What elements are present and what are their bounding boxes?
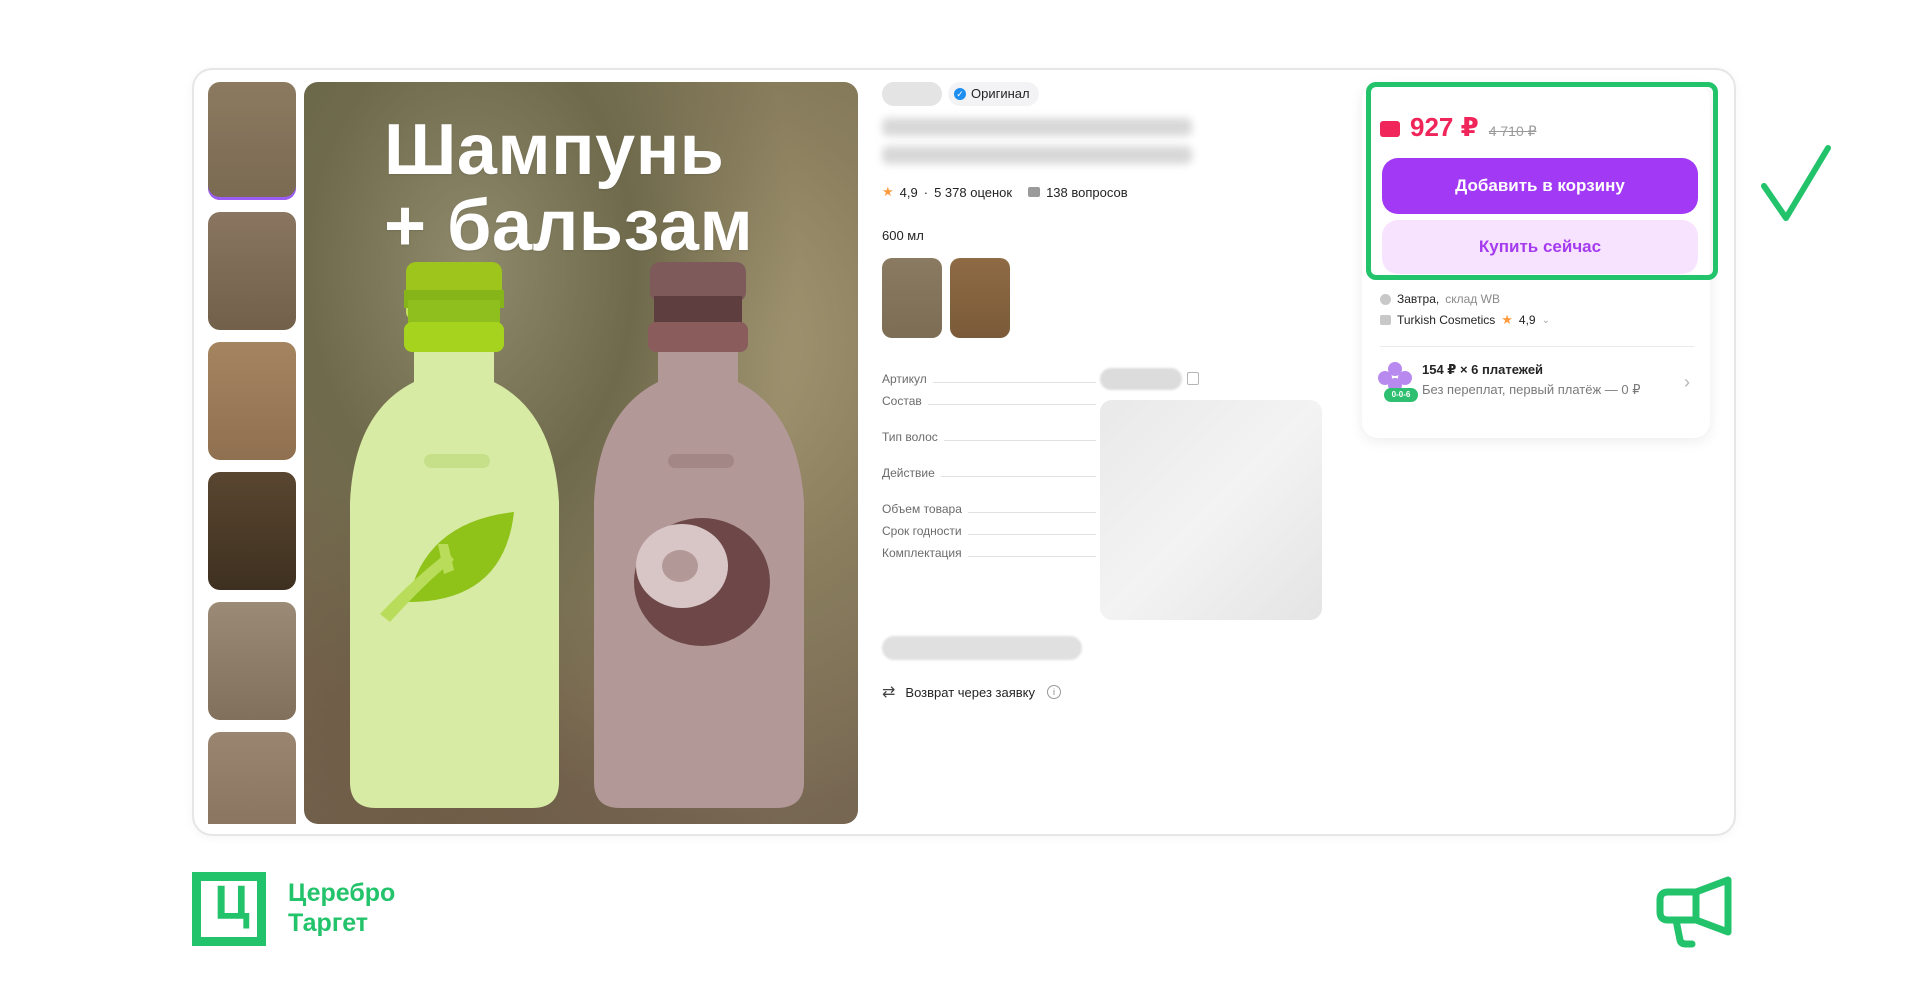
spec-row-volume: Объем товара: [882, 500, 1096, 516]
spec-row-hair-type: Тип волос: [882, 428, 1096, 444]
installment-badge: 0-0-6: [1384, 388, 1418, 402]
seller-info[interactable]: Turkish Cosmetics ★ 4,9 ⌄: [1380, 312, 1550, 328]
original-badge[interactable]: ✓ Оригинал: [948, 82, 1039, 106]
thumbnail[interactable]: [208, 602, 296, 720]
questions-count[interactable]: 138 вопросов: [1046, 185, 1128, 200]
spec-label: Тип волос: [882, 430, 944, 444]
spec-label: Действие: [882, 466, 941, 480]
store-icon: [1380, 315, 1391, 325]
chevron-right-icon[interactable]: ›: [1684, 372, 1690, 393]
spec-row-shelf-life: Срок годности: [882, 522, 1096, 538]
spec-row-package: Комплектация: [882, 544, 1096, 560]
spec-label: Объем товара: [882, 502, 968, 516]
shampoo-bottle: [350, 262, 559, 808]
rating-value: 4,9: [899, 184, 918, 200]
divider: [1380, 346, 1694, 347]
sku-value-blurred: [1100, 368, 1182, 390]
chevron-down-icon[interactable]: ⌄: [1542, 315, 1550, 326]
product-info: ✓ Оригинал ★ 4,9 · 5 378 оценок 138 вопр…: [882, 82, 1332, 822]
return-arrows-icon: ⇄: [882, 684, 896, 701]
rating-row[interactable]: ★ 4,9 · 5 378 оценок 138 вопросов: [882, 184, 1128, 200]
brand-name: Церебро Таргет: [288, 878, 395, 938]
delivery-info: Завтра, склад WB: [1380, 292, 1500, 306]
variant-option[interactable]: [950, 258, 1010, 338]
megaphone-icon: [1656, 876, 1732, 948]
seller-rating: 4,9: [1518, 313, 1536, 327]
reviews-count[interactable]: 5 378 оценок: [934, 185, 1012, 200]
info-icon[interactable]: i: [1047, 685, 1061, 699]
spec-label: Срок годности: [882, 524, 968, 538]
checkmark-icon: [1761, 145, 1831, 221]
star-icon: ★: [882, 184, 894, 199]
thumbnail-strip[interactable]: [208, 82, 296, 824]
thumbnail[interactable]: [208, 342, 296, 460]
spec-label: Артикул: [882, 372, 933, 386]
variant-option[interactable]: [882, 258, 942, 338]
spec-label: Состав: [882, 394, 928, 408]
spec-row-sku: Артикул: [882, 370, 1096, 386]
brand-line-2: Таргет: [288, 909, 369, 937]
spec-row-composition: Состав: [882, 392, 1096, 408]
seller-name[interactable]: Turkish Cosmetics: [1397, 313, 1495, 327]
delivery-day: Завтра,: [1397, 292, 1440, 306]
brand-line-1: Церебро: [288, 879, 396, 907]
main-product-image[interactable]: Шампунь + бальзам: [304, 82, 858, 824]
installment-offer[interactable]: 0-0-6 154 ₽ × 6 платежей Без переплат, п…: [1378, 358, 1698, 414]
logo-glyph: Ц: [214, 877, 250, 930]
volume-label: 600 мл: [882, 228, 924, 243]
headline-line-1: Шампунь: [384, 110, 725, 190]
logo: Ц: [192, 872, 266, 946]
spec-values-blurred: [1100, 400, 1322, 620]
questions-icon: [1028, 187, 1041, 197]
return-text: Возврат через заявку: [905, 684, 1035, 700]
return-policy[interactable]: ⇄ Возврат через заявку i: [882, 682, 1061, 702]
all-specs-link-blurred[interactable]: [882, 636, 1082, 660]
verified-icon: ✓: [954, 88, 966, 100]
conditioner-bottle: [594, 262, 804, 808]
brand-chip-blurred[interactable]: [882, 82, 942, 106]
highlight-frame: [1366, 82, 1718, 280]
thumbnail[interactable]: [208, 472, 296, 590]
original-badge-label: Оригинал: [971, 86, 1030, 101]
product-title-blurred: [882, 118, 1202, 174]
page: Шампунь + бальзам ✓ Оригинал ★ 4,9 · 5 3…: [0, 0, 1920, 1000]
delivery-warehouse: склад WB: [1445, 292, 1500, 306]
installment-title: 154 ₽ × 6 платежей: [1422, 362, 1544, 377]
image-headline: Шампунь + бальзам: [384, 112, 753, 264]
star-icon: ★: [1501, 312, 1513, 327]
thumbnail[interactable]: [208, 212, 296, 330]
installment-subtitle: Без переплат, первый платёж — 0 ₽: [1422, 382, 1641, 397]
copy-icon[interactable]: [1187, 372, 1199, 385]
thumbnail[interactable]: [208, 732, 296, 824]
spec-label: Комплектация: [882, 546, 968, 560]
spec-row-action: Действие: [882, 464, 1096, 480]
product-card: Шампунь + бальзам ✓ Оригинал ★ 4,9 · 5 3…: [192, 68, 1736, 836]
headline-line-2: + бальзам: [384, 186, 754, 266]
delivery-icon: [1380, 293, 1391, 305]
thumbnail[interactable]: [208, 82, 296, 200]
